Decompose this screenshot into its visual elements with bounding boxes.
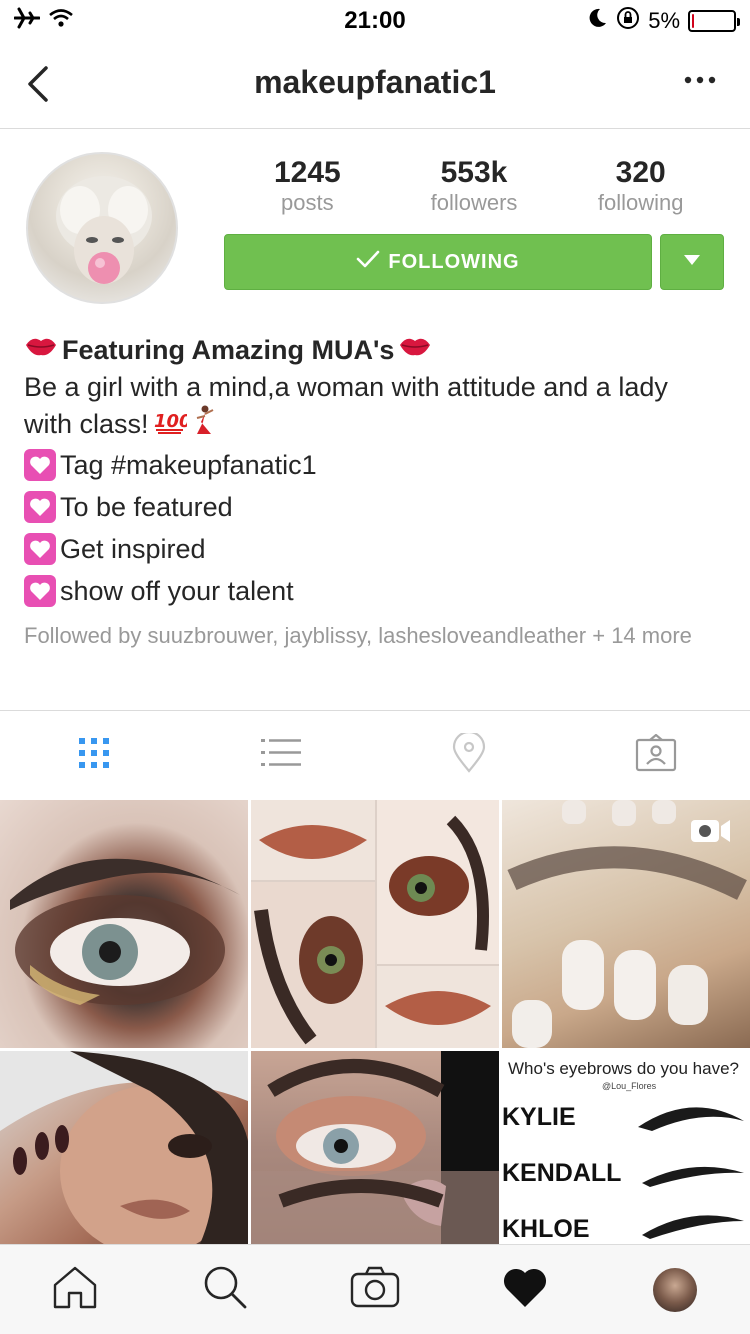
post-thumbnail[interactable]: Who's eyebrows do you have? @Lou_Flores …: [502, 1051, 750, 1244]
post-thumbnail[interactable]: [0, 800, 248, 1048]
stat-label: posts: [281, 190, 334, 215]
nav-camera[interactable]: [300, 1245, 450, 1334]
stat-label: following: [597, 190, 684, 215]
home-icon: [52, 1265, 98, 1314]
bio-list-text: Get inspired: [60, 534, 206, 564]
profile-stats: 1245 posts 553k followers 320 following: [224, 156, 724, 216]
lips-icon: [398, 333, 432, 367]
dancer-icon: [191, 404, 219, 444]
search-icon: [202, 1264, 248, 1315]
nav-home[interactable]: [0, 1245, 150, 1334]
battery-icon: [688, 10, 740, 32]
nav-profile[interactable]: [600, 1245, 750, 1334]
list-icon: [260, 736, 302, 775]
checkmark-icon: [356, 249, 380, 275]
battery-level: [692, 14, 694, 28]
stat-posts[interactable]: 1245 posts: [224, 156, 391, 216]
heart-box-icon: [24, 533, 56, 565]
following-button[interactable]: FOLLOWING: [224, 234, 652, 290]
nav-activity[interactable]: [450, 1245, 600, 1334]
stat-value: 320: [615, 156, 666, 189]
post-thumbnail[interactable]: [502, 800, 750, 1048]
profile-name-text: Featuring Amazing MUA's: [62, 335, 395, 365]
location-icon: [452, 730, 486, 778]
grid-icon: [77, 736, 111, 775]
bio-list-item: show off your talent: [24, 570, 734, 612]
bio-text-line: Be a girl with a mind,a woman with attit…: [24, 372, 668, 402]
post-thumbnail[interactable]: [251, 800, 499, 1048]
post-thumbnail[interactable]: [251, 1051, 499, 1244]
lips-icon: [24, 333, 58, 367]
do-not-disturb-icon: [588, 7, 608, 35]
heart-box-icon: [24, 491, 56, 523]
video-camera-icon: [690, 816, 732, 851]
bio-list-text: To be featured: [60, 492, 233, 522]
eyebrow-name: KENDALL: [502, 1159, 622, 1187]
bio-list-text: Tag #makeupfanatic1: [60, 450, 317, 480]
bio-list-text: show off your talent: [60, 576, 294, 606]
profile-name: Featuring Amazing MUA's: [24, 330, 734, 370]
rotation-lock-icon: [616, 6, 640, 36]
nav-bar: makeupfanatic1: [0, 40, 750, 129]
tab-tagged[interactable]: [563, 711, 750, 800]
bio-list-item: To be featured: [24, 486, 734, 528]
stat-label: followers: [430, 190, 518, 215]
caret-down-icon: [683, 253, 701, 271]
bio-text: with class!: [24, 409, 149, 439]
status-right: 5%: [588, 6, 740, 36]
tab-grid[interactable]: [0, 711, 188, 800]
bio-text-line-2: with class! 100: [24, 404, 734, 444]
heart-box-icon: [24, 575, 56, 607]
following-button-label: FOLLOWING: [388, 250, 520, 273]
tab-list[interactable]: [188, 711, 376, 800]
stat-value: 1245: [273, 156, 341, 189]
followed-by-text[interactable]: Followed by suuzbrouwer, jayblissy, lash…: [24, 622, 734, 650]
post-grid: Who's eyebrows do you have? @Lou_Flores …: [0, 800, 750, 1244]
camera-icon: [350, 1266, 400, 1313]
stat-followers[interactable]: 553k followers: [391, 156, 558, 216]
heart-box-icon: [24, 449, 56, 481]
profile-avatar: [653, 1267, 697, 1312]
eyebrow-name: KYLIE: [502, 1103, 576, 1131]
page-title: makeupfanatic1: [254, 64, 496, 100]
eyebrow-name: KHLOE: [502, 1215, 590, 1243]
nav-search[interactable]: [150, 1245, 300, 1334]
battery-percent: 5%: [648, 8, 680, 33]
heart-icon: [501, 1265, 549, 1314]
profile-avatar[interactable]: [26, 152, 178, 304]
post-caption-question: Who's eyebrows do you have?: [508, 1059, 739, 1078]
stat-value: 553k: [440, 156, 508, 189]
hundred-points-icon: 100: [153, 405, 191, 443]
more-icon[interactable]: [680, 70, 720, 90]
profile-view-tabs: [0, 710, 750, 800]
status-bar: 21:00 5%: [0, 0, 750, 40]
post-thumbnail[interactable]: [0, 1051, 248, 1244]
post-credit: @Lou_Flores: [602, 1081, 657, 1091]
svg-text:100: 100: [154, 411, 187, 432]
tab-location[interactable]: [375, 711, 563, 800]
tagged-icon: [635, 733, 677, 777]
bottom-nav: [0, 1244, 750, 1334]
stat-following[interactable]: 320 following: [557, 156, 724, 216]
profile-bio: Featuring Amazing MUA's Be a girl with a…: [24, 330, 734, 650]
bio-list-item: Get inspired: [24, 528, 734, 570]
suggestions-dropdown-button[interactable]: [660, 234, 724, 290]
bio-list-item: Tag #makeupfanatic1: [24, 444, 734, 486]
